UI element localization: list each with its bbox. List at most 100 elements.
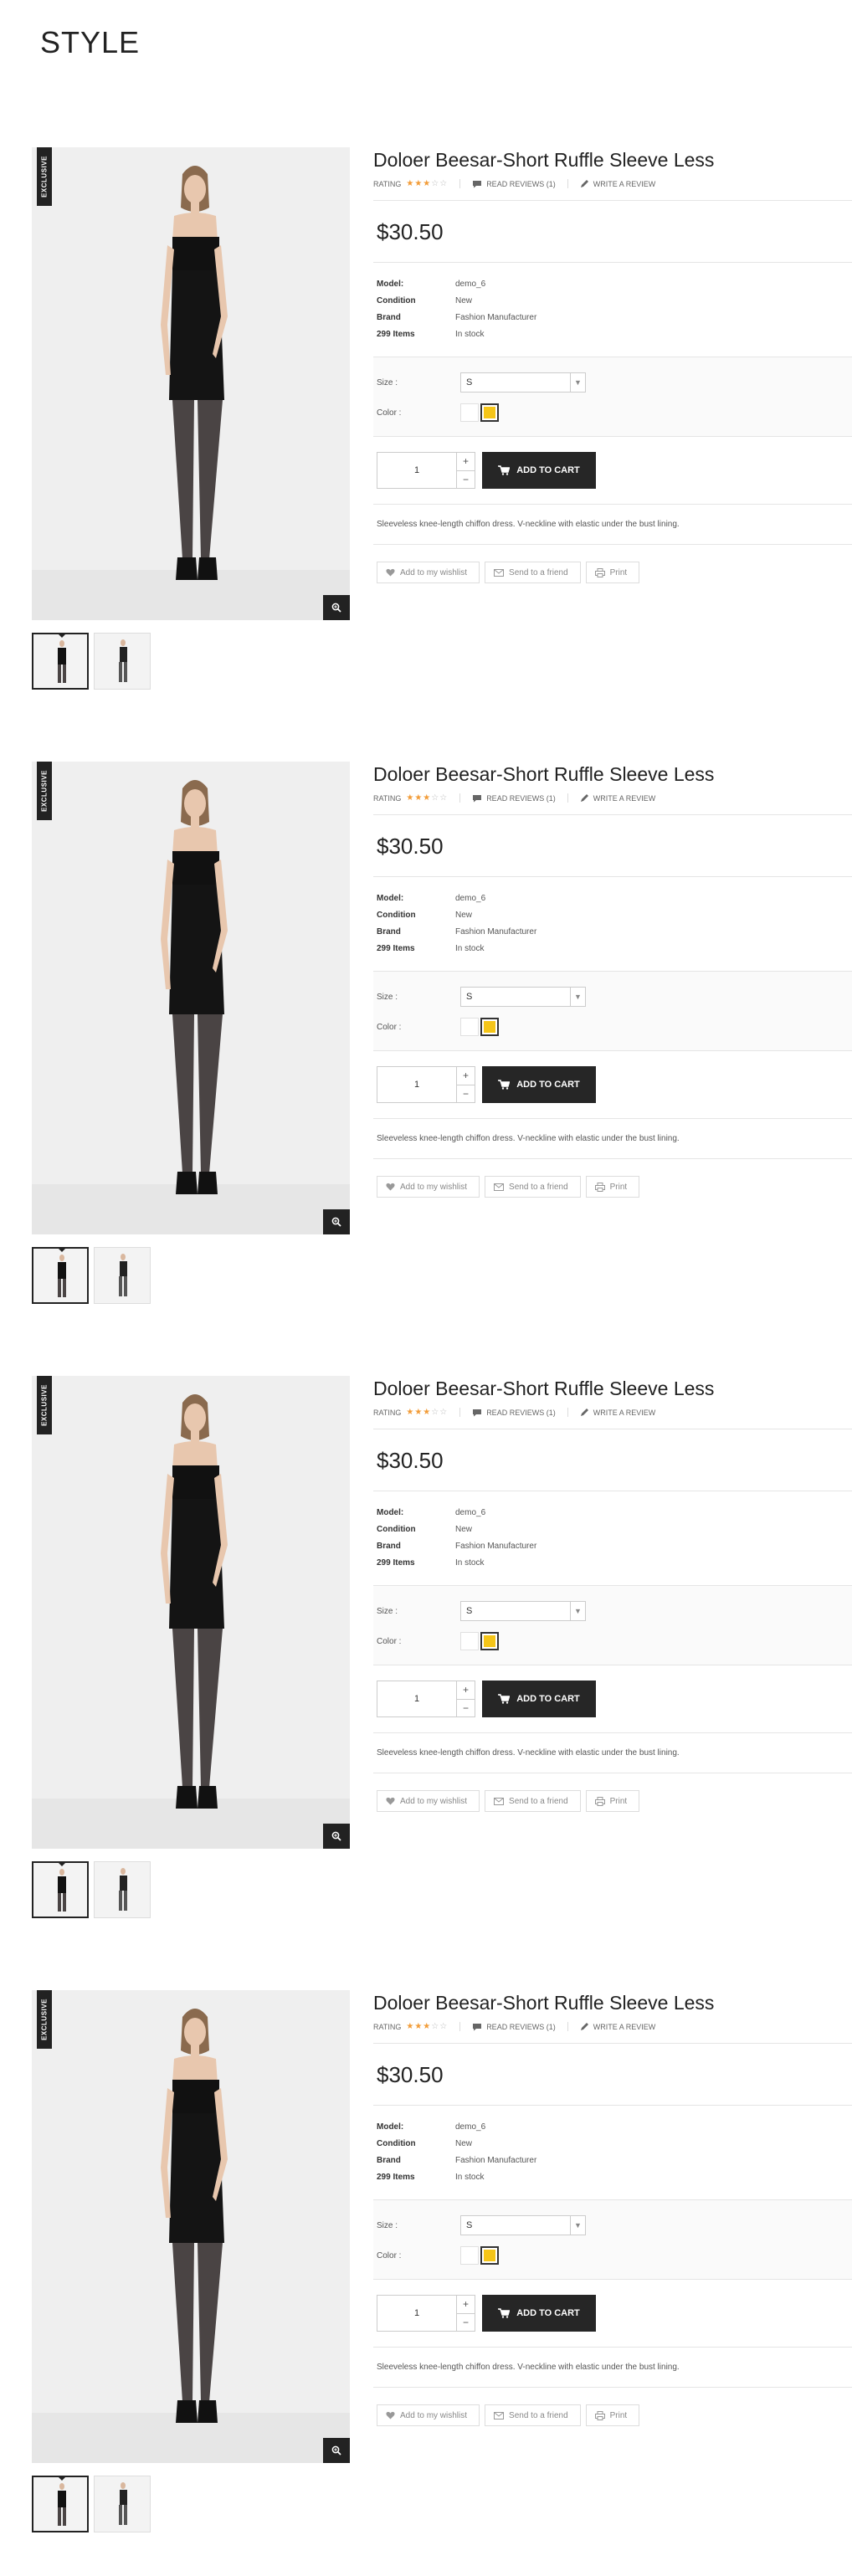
read-reviews-link[interactable]: READ REVIEWS (1) — [472, 2023, 556, 2031]
star-filled-icon: ★ — [406, 179, 415, 188]
add-to-cart-button[interactable]: ADD TO CART — [482, 2295, 596, 2332]
product-card: EXCLUSIVE Doloer Beesar-Short Ruffle Sle… — [32, 1376, 852, 1962]
zoom-icon[interactable] — [323, 1209, 350, 1234]
color-label: Color : — [377, 1022, 402, 1032]
quantity-stepper: + − — [377, 1681, 475, 1717]
size-select[interactable]: S ▼ — [460, 1601, 586, 1621]
product-name: Doloer Beesar-Short Ruffle Sleeve Less — [373, 1992, 715, 2014]
exclusive-badge: EXCLUSIVE — [37, 147, 52, 206]
spec-row: 299 Items In stock — [377, 326, 849, 343]
write-review-link[interactable]: WRITE A REVIEW — [580, 179, 655, 188]
star-filled-icon: ★ — [406, 2022, 415, 2031]
qty-increase-button[interactable]: + — [457, 1681, 475, 1700]
product-main-image[interactable]: EXCLUSIVE — [32, 1376, 350, 1849]
color-swatch-empty[interactable] — [460, 403, 479, 422]
spec-label: Model: — [377, 1508, 404, 1517]
size-label: Size : — [377, 377, 398, 387]
read-reviews-link[interactable]: READ REVIEWS (1) — [472, 180, 556, 188]
color-swatch-yellow[interactable] — [480, 1632, 499, 1650]
send-friend-button[interactable]: Send to a friend — [485, 2404, 581, 2426]
spec-label: Brand — [377, 1542, 401, 1551]
qty-increase-button[interactable]: + — [457, 2296, 475, 2314]
product-description: Sleeveless knee-length chiffon dress. V-… — [373, 1733, 852, 1773]
size-select[interactable]: S ▼ — [460, 2215, 586, 2235]
product-price: $30.50 — [377, 834, 444, 859]
speech-bubble-icon — [473, 1409, 482, 1416]
color-swatch-yellow[interactable] — [480, 1018, 499, 1036]
wishlist-button[interactable]: Add to my wishlist — [377, 562, 480, 583]
product-main-image[interactable]: EXCLUSIVE — [32, 147, 350, 620]
thumbnail-1[interactable] — [32, 633, 89, 690]
wishlist-button[interactable]: Add to my wishlist — [377, 2404, 480, 2426]
thumbnail-2[interactable] — [94, 633, 151, 690]
send-friend-button[interactable]: Send to a friend — [485, 562, 581, 583]
color-swatch-yellow[interactable] — [480, 403, 499, 422]
color-swatch-yellow[interactable] — [480, 2246, 499, 2265]
qty-decrease-button[interactable]: − — [457, 1085, 475, 1103]
add-to-cart-button[interactable]: ADD TO CART — [482, 1681, 596, 1717]
add-to-cart-button[interactable]: ADD TO CART — [482, 452, 596, 489]
product-main-image[interactable]: EXCLUSIVE — [32, 1990, 350, 2463]
print-button[interactable]: Print — [585, 562, 640, 583]
exclusive-badge: EXCLUSIVE — [37, 1376, 52, 1434]
read-reviews-link[interactable]: READ REVIEWS (1) — [472, 794, 556, 803]
star-empty-icon: ☆ — [431, 1408, 440, 1417]
quantity-input[interactable] — [377, 1067, 456, 1102]
qty-decrease-button[interactable]: − — [457, 471, 475, 489]
thumbnail-1[interactable] — [32, 1247, 89, 1304]
zoom-icon[interactable] — [323, 1824, 350, 1849]
thumbnail-2[interactable] — [94, 1861, 151, 1918]
spec-value: In stock — [455, 2173, 485, 2182]
color-swatch-empty[interactable] — [460, 1018, 479, 1036]
thumbnail-2[interactable] — [94, 2476, 151, 2532]
star-filled-icon: ★ — [406, 1408, 415, 1417]
add-to-cart-button[interactable]: ADD TO CART — [482, 1066, 596, 1103]
spec-row: Model: demo_6 — [377, 276, 849, 293]
speech-bubble-icon — [473, 180, 482, 187]
thumbnail-1[interactable] — [32, 2476, 89, 2532]
spec-value: In stock — [455, 944, 485, 953]
page-title: STYLE — [40, 25, 141, 59]
rating-label: RATING — [373, 1408, 402, 1417]
qty-increase-button[interactable]: + — [457, 453, 475, 471]
spec-row: 299 Items In stock — [377, 941, 849, 957]
product-name: Doloer Beesar-Short Ruffle Sleeve Less — [373, 763, 715, 785]
chevron-down-icon: ▼ — [570, 1602, 585, 1620]
thumbnail-2[interactable] — [94, 1247, 151, 1304]
send-friend-button[interactable]: Send to a friend — [485, 1176, 581, 1198]
write-review-link[interactable]: WRITE A REVIEW — [580, 793, 655, 803]
cart-icon — [498, 1080, 511, 1090]
write-review-link[interactable]: WRITE A REVIEW — [580, 2022, 655, 2031]
qty-decrease-button[interactable]: − — [457, 1700, 475, 1717]
wishlist-button[interactable]: Add to my wishlist — [377, 1176, 480, 1198]
zoom-icon[interactable] — [323, 2438, 350, 2463]
spec-value: New — [455, 1525, 473, 1534]
read-reviews-link[interactable]: READ REVIEWS (1) — [472, 1409, 556, 1417]
print-button[interactable]: Print — [585, 1176, 640, 1198]
zoom-icon[interactable] — [323, 595, 350, 620]
color-swatch-empty[interactable] — [460, 1632, 479, 1650]
product-main-image[interactable]: EXCLUSIVE — [32, 762, 350, 1234]
print-button[interactable]: Print — [585, 2404, 640, 2426]
product-card: EXCLUSIVE Doloer Beesar-Short Ruffle Sle… — [32, 1990, 852, 2576]
size-select[interactable]: S ▼ — [460, 372, 586, 393]
color-swatch-empty[interactable] — [460, 2246, 479, 2265]
thumbnail-1[interactable] — [32, 1861, 89, 1918]
product-actions: Add to my wishlist Send to a friend Prin… — [373, 545, 852, 583]
spec-label: 299 Items — [377, 1558, 415, 1568]
quantity-input[interactable] — [377, 453, 456, 488]
wishlist-button[interactable]: Add to my wishlist — [377, 1790, 480, 1812]
qty-decrease-button[interactable]: − — [457, 2314, 475, 2332]
qty-increase-button[interactable]: + — [457, 1067, 475, 1085]
write-review-link[interactable]: WRITE A REVIEW — [580, 1408, 655, 1417]
quantity-input[interactable] — [377, 2296, 456, 2331]
pencil-icon — [580, 794, 588, 802]
send-friend-button[interactable]: Send to a friend — [485, 1790, 581, 1812]
product-specs: Model: demo_6 Condition New Brand Fashion Man… — [373, 2106, 852, 2199]
print-button[interactable]: Print — [585, 1790, 640, 1812]
star-empty-icon: ☆ — [439, 2022, 449, 2031]
rating-label: RATING — [373, 793, 402, 803]
quantity-input[interactable] — [377, 1681, 456, 1716]
spec-value: New — [455, 2139, 473, 2148]
size-select[interactable]: S ▼ — [460, 987, 586, 1007]
